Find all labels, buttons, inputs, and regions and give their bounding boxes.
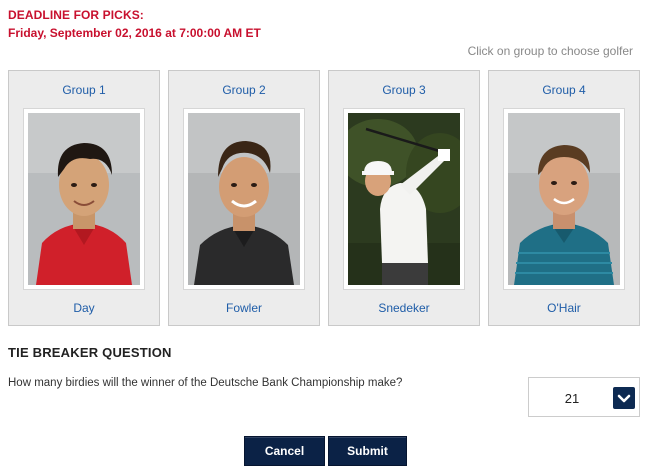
- deadline-date: Friday, September 02, 2016 at 7:00:00 AM…: [8, 26, 261, 40]
- chevron-down-icon[interactable]: [613, 387, 635, 409]
- golfer-name[interactable]: O'Hair: [489, 301, 639, 315]
- golfer-portrait-day: [28, 113, 140, 285]
- tie-breaker-question: How many birdies will the winner of the …: [8, 377, 403, 389]
- cancel-button[interactable]: Cancel: [244, 436, 325, 466]
- golfer-portrait-ohair: [508, 113, 620, 285]
- golfer-photo[interactable]: [503, 108, 625, 290]
- golfer-swing-snedeker: [348, 113, 460, 285]
- group-label[interactable]: Group 2: [169, 83, 319, 97]
- golfer-name[interactable]: Day: [9, 301, 159, 315]
- group-card-3[interactable]: Group 3 Snedeker: [328, 70, 480, 326]
- golfer-photo[interactable]: [343, 108, 465, 290]
- birdies-select[interactable]: 21: [528, 377, 640, 417]
- group-label[interactable]: Group 3: [329, 83, 479, 97]
- birdies-select-value: 21: [564, 391, 580, 406]
- choose-golfer-instruction: Click on group to choose golfer: [467, 44, 633, 58]
- tie-breaker-heading: TIE BREAKER QUESTION: [8, 345, 172, 360]
- golfer-name[interactable]: Snedeker: [329, 301, 479, 315]
- group-grid: Group 1 Day Group 2 Fowler Group 3 Snede…: [8, 70, 640, 328]
- group-card-2[interactable]: Group 2 Fowler: [168, 70, 320, 326]
- golfer-portrait-fowler: [188, 113, 300, 285]
- deadline-title: DEADLINE FOR PICKS:: [8, 8, 144, 22]
- golfer-photo[interactable]: [183, 108, 305, 290]
- group-label[interactable]: Group 1: [9, 83, 159, 97]
- group-card-4[interactable]: Group 4 O'Hair: [488, 70, 640, 326]
- submit-button[interactable]: Submit: [328, 436, 407, 466]
- golfer-photo[interactable]: [23, 108, 145, 290]
- group-card-1[interactable]: Group 1 Day: [8, 70, 160, 326]
- golfer-name[interactable]: Fowler: [169, 301, 319, 315]
- group-label[interactable]: Group 4: [489, 83, 639, 97]
